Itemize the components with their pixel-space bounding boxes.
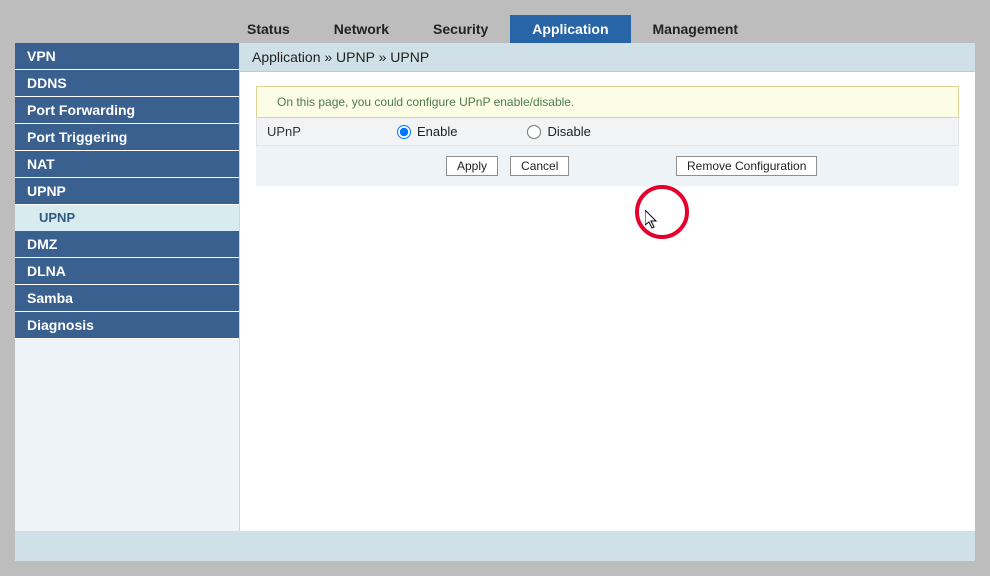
button-row: Apply Cancel Remove Configuration [256,146,959,186]
cancel-button[interactable]: Cancel [510,156,569,176]
sidebar: VPN DDNS Port Forwarding Port Triggering… [15,43,240,531]
tab-application[interactable]: Application [510,15,630,43]
radio-enable-label: Enable [417,124,457,139]
tab-status[interactable]: Status [225,15,312,43]
sidebar-item-ddns[interactable]: DDNS [15,70,239,97]
main-frame: VPN DDNS Port Forwarding Port Triggering… [15,43,975,561]
sidebar-item-samba[interactable]: Samba [15,285,239,312]
tab-management[interactable]: Management [631,15,761,43]
tab-network[interactable]: Network [312,15,411,43]
sidebar-item-dlna[interactable]: DLNA [15,258,239,285]
remove-configuration-button[interactable]: Remove Configuration [676,156,817,176]
sidebar-item-dmz[interactable]: DMZ [15,231,239,258]
radio-disable[interactable]: Disable [527,124,590,139]
bottom-bar [15,531,975,561]
cursor-icon [645,210,661,230]
content-area: Application » UPNP » UPNP On this page, … [240,43,975,531]
sidebar-item-upnp[interactable]: UPNP [15,178,239,205]
info-bar: On this page, you could configure UPnP e… [256,86,959,118]
top-tabs: Status Network Security Application Mana… [225,15,975,43]
radio-enable[interactable]: Enable [397,124,457,139]
radio-enable-input[interactable] [397,125,411,139]
tab-security[interactable]: Security [411,15,510,43]
sidebar-item-diagnosis[interactable]: Diagnosis [15,312,239,339]
apply-button[interactable]: Apply [446,156,498,176]
upnp-label: UPnP [267,124,397,139]
sidebar-item-port-triggering[interactable]: Port Triggering [15,124,239,151]
radio-disable-label: Disable [547,124,590,139]
radio-disable-input[interactable] [527,125,541,139]
highlight-circle-icon [635,185,689,239]
sidebar-item-port-forwarding[interactable]: Port Forwarding [15,97,239,124]
content-row: VPN DDNS Port Forwarding Port Triggering… [15,43,975,531]
breadcrumb: Application » UPNP » UPNP [240,43,975,72]
sidebar-item-vpn[interactable]: VPN [15,43,239,70]
upnp-row: UPnP Enable Disable [256,118,959,146]
inner-content: On this page, you could configure UPnP e… [240,72,975,200]
sidebar-item-nat[interactable]: NAT [15,151,239,178]
sidebar-subitem-upnp[interactable]: UPNP [15,205,239,231]
radio-group: Enable Disable [397,124,591,139]
